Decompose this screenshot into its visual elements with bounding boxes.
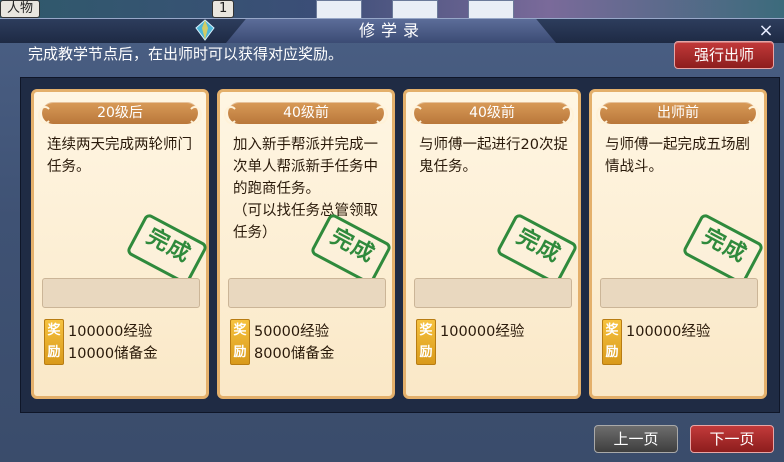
reward-badge-icon: 奖 励 bbox=[230, 319, 250, 365]
task-card: 40级前 与师傅一起进行20次捉鬼任务。 完成 奖 励 100000经验 bbox=[403, 89, 581, 399]
instructions-text: 完成教学节点后，在出师时可以获得对应奖励。 bbox=[28, 45, 344, 63]
reward-badge-icon: 奖 励 bbox=[602, 319, 622, 365]
reward-badge-bottom: 励 bbox=[605, 345, 619, 360]
task-card: 40级前 加入新手帮派并完成一次单人帮派新手任务中的跑商任务。 （可以找任务总管… bbox=[217, 89, 395, 399]
reward-reserve: 10000储备金 bbox=[68, 346, 158, 362]
completed-stamp: 完成 bbox=[495, 212, 579, 286]
reward-badge-icon: 奖 励 bbox=[416, 319, 436, 365]
reward-badge-icon: 奖 励 bbox=[44, 319, 64, 365]
slot-number: 1 bbox=[212, 0, 235, 18]
reward-reserve: 8000储备金 bbox=[254, 346, 335, 362]
force-graduate-button[interactable]: 强行出师 bbox=[674, 41, 774, 69]
card-description: 加入新手帮派并完成一次单人帮派新手任务中的跑商任务。 （可以找任务总管领取任务） bbox=[233, 137, 378, 241]
card-level-header: 40级前 bbox=[224, 102, 388, 124]
card-level-header: 20级后 bbox=[38, 102, 202, 124]
reward-exp: 100000经验 bbox=[440, 324, 525, 340]
progress-slot bbox=[414, 278, 572, 308]
task-card: 20级后 连续两天完成两轮师门任务。 完成 奖 励 100000经验 10000… bbox=[31, 89, 209, 399]
character-tab[interactable]: 人物 bbox=[0, 0, 41, 18]
next-page-button[interactable]: 下一页 bbox=[690, 425, 774, 453]
reward-exp: 100000经验 bbox=[68, 324, 153, 340]
completed-stamp: 完成 bbox=[125, 212, 209, 286]
reward-exp: 100000经验 bbox=[626, 324, 711, 340]
card-level-header: 40级前 bbox=[410, 102, 574, 124]
completed-stamp: 完成 bbox=[681, 212, 765, 286]
reward-badge-bottom: 励 bbox=[47, 345, 61, 360]
card-description: 与师傅一起进行20次捉鬼任务。 bbox=[419, 137, 568, 175]
progress-slot bbox=[600, 278, 758, 308]
close-button[interactable]: × bbox=[756, 21, 776, 41]
dialog-title: 修学录 bbox=[358, 21, 425, 40]
progress-slot bbox=[228, 278, 386, 308]
progress-slot bbox=[42, 278, 200, 308]
task-card: 出师前 与师傅一起完成五场剧情战斗。 完成 奖 励 100000经验 bbox=[589, 89, 767, 399]
card-description: 连续两天完成两轮师门任务。 bbox=[47, 137, 192, 175]
card-description: 与师傅一起完成五场剧情战斗。 bbox=[605, 137, 750, 175]
reward-badge-top: 奖 bbox=[47, 323, 61, 338]
reward-exp: 50000经验 bbox=[254, 324, 330, 340]
reward-badge-bottom: 励 bbox=[419, 345, 433, 360]
prev-page-button[interactable]: 上一页 bbox=[594, 425, 678, 453]
card-level-header: 出师前 bbox=[596, 102, 760, 124]
reward-badge-top: 奖 bbox=[419, 323, 433, 338]
reward-badge-top: 奖 bbox=[233, 323, 247, 338]
reward-badge-top: 奖 bbox=[605, 323, 619, 338]
reward-badge-bottom: 励 bbox=[233, 345, 247, 360]
